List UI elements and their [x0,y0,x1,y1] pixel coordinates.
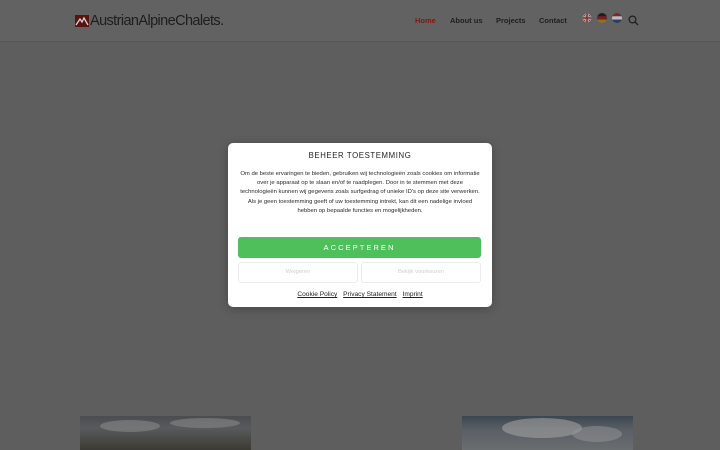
english-flag-icon[interactable] [582,13,592,23]
dutch-flag-icon[interactable] [612,13,622,23]
project-image-right[interactable] [462,416,633,450]
cookie-consent-dialog: BEHEER TOESTEMMING Om de beste ervaringe… [228,143,492,307]
view-preferences-button[interactable]: Bekijk voorkeuren [361,262,481,283]
search-icon[interactable] [628,15,639,26]
deny-button[interactable]: Weigeren [238,262,358,283]
imprint-link[interactable]: Imprint [403,291,423,298]
nav-contact[interactable]: Contact [539,16,567,25]
nav-projects[interactable]: Projects [496,16,526,25]
privacy-statement-link[interactable]: Privacy Statement [343,291,397,298]
nav-about-us[interactable]: About us [450,16,483,25]
cookie-policy-link[interactable]: Cookie Policy [297,291,337,298]
consent-links: Cookie Policy Privacy Statement Imprint [228,291,492,298]
consent-message: Om de beste ervaringen te bieden, gebrui… [240,171,480,214]
site-header: AustrianAlpineChalets. Home About us Pro… [0,0,720,42]
german-flag-icon[interactable] [597,13,607,23]
nav-home[interactable]: Home [415,16,436,25]
project-image-left[interactable] [80,416,251,450]
accept-button[interactable]: ACCEPTEREN [238,237,481,258]
consent-title: BEHEER TOESTEMMING [308,151,412,160]
